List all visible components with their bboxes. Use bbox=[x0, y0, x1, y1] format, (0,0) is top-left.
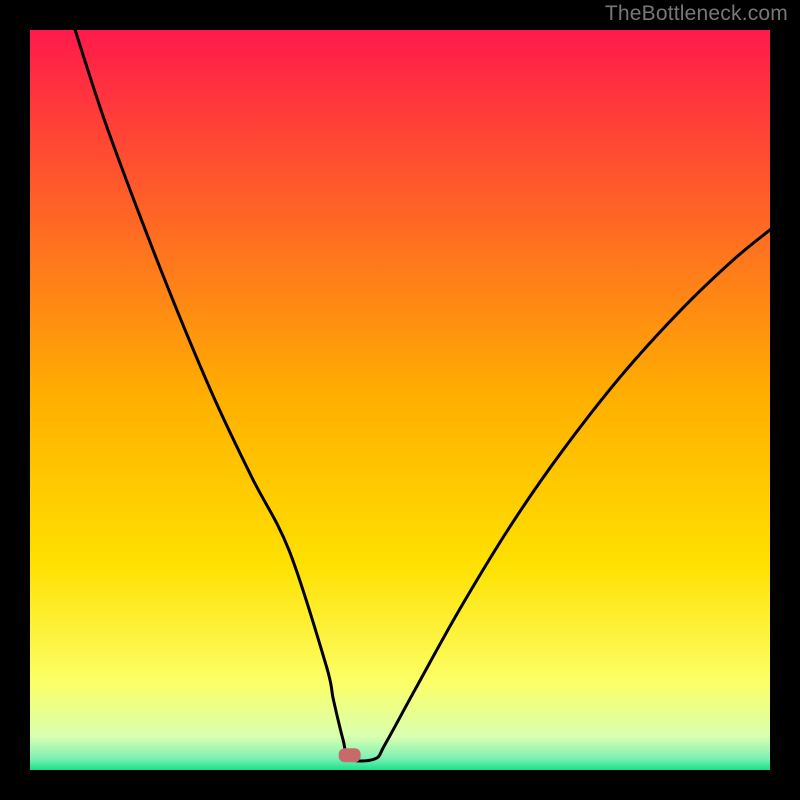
watermark-text: TheBottleneck.com bbox=[605, 2, 788, 26]
plot-area bbox=[30, 30, 770, 770]
chart-frame: TheBottleneck.com bbox=[0, 0, 800, 800]
optimum-marker bbox=[339, 748, 361, 762]
chart-svg bbox=[0, 0, 800, 800]
